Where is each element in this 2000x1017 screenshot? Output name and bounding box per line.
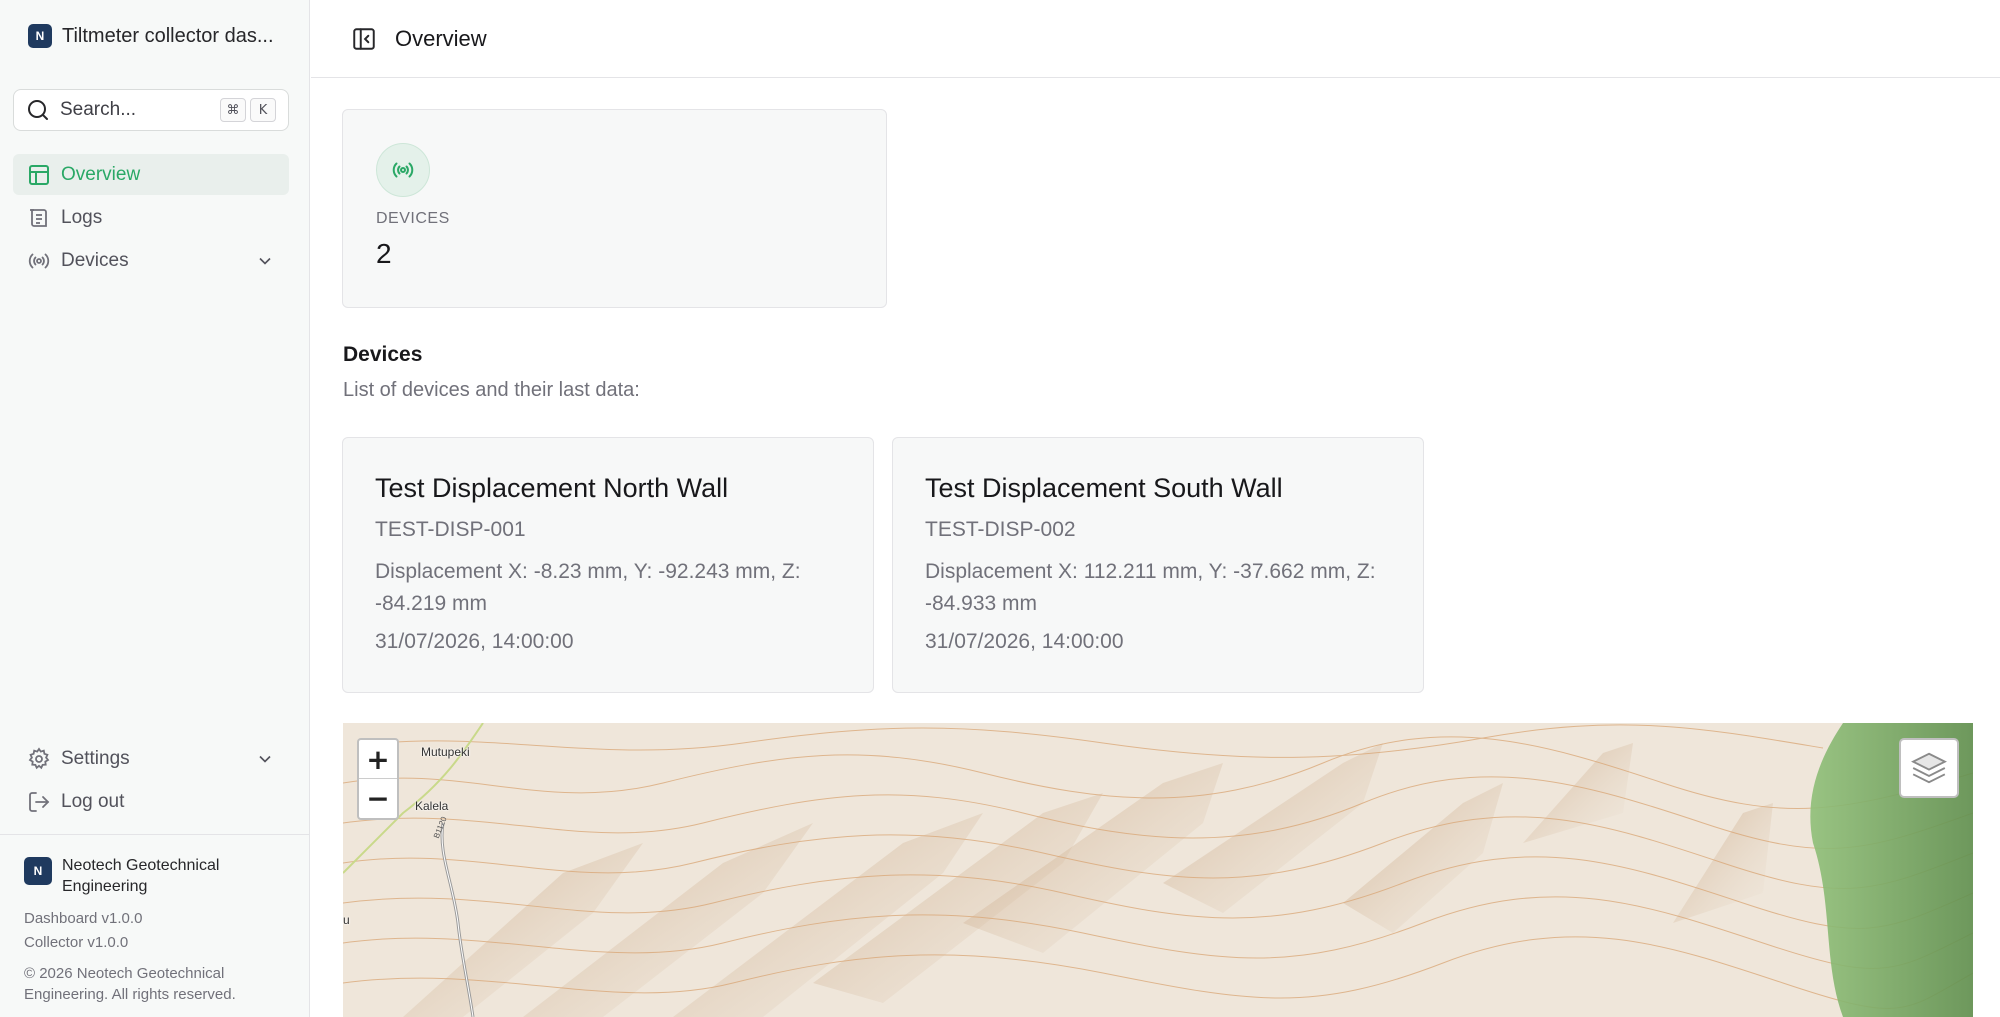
nav-label: Log out bbox=[61, 790, 125, 812]
app-logo: N bbox=[28, 24, 52, 48]
broadcast-icon bbox=[392, 162, 414, 178]
sidebar: N Tiltmeter collector das... Search... ⌘… bbox=[0, 0, 310, 1017]
zoom-control: + − bbox=[357, 738, 399, 820]
org-info: N Neotech Geotechnical Engineering bbox=[24, 855, 309, 897]
stat-label: DEVICES bbox=[376, 210, 450, 227]
layers-button[interactable] bbox=[1899, 738, 1959, 798]
device-id: TEST-DISP-002 bbox=[925, 518, 1076, 541]
search-icon bbox=[28, 100, 48, 120]
device-card[interactable]: Test Displacement North Wall TEST-DISP-0… bbox=[342, 437, 874, 693]
device-name: Test Displacement North Wall bbox=[375, 473, 729, 503]
device-card[interactable]: Test Displacement South Wall TEST-DISP-0… bbox=[892, 437, 1424, 693]
broadcast-icon bbox=[28, 253, 50, 268]
place-label: Mutupeki bbox=[421, 745, 470, 759]
nav-item-logout[interactable]: Log out bbox=[13, 781, 289, 822]
nav-label: Overview bbox=[61, 163, 141, 185]
dashboard-version: Dashboard v1.0.0 bbox=[24, 910, 143, 927]
nav-item-settings[interactable]: Settings bbox=[13, 738, 289, 779]
zoom-in-button[interactable]: + bbox=[359, 740, 397, 779]
layers-icon bbox=[1911, 752, 1947, 784]
device-id: TEST-DISP-001 bbox=[375, 518, 526, 541]
layout-icon bbox=[29, 164, 49, 185]
shortcut-key: K bbox=[250, 98, 276, 122]
stat-value: 2 bbox=[376, 238, 392, 269]
search-input[interactable]: Search... ⌘ K bbox=[13, 89, 289, 131]
nav-item-devices[interactable]: Devices bbox=[13, 240, 289, 281]
app-header[interactable]: N Tiltmeter collector das... bbox=[28, 24, 294, 48]
device-map[interactable]: Mutupeki Kalela B1120 u + − bbox=[343, 723, 1973, 1017]
place-label: u bbox=[343, 913, 350, 927]
nav-label: Logs bbox=[61, 206, 103, 228]
devices-section-title: Devices bbox=[343, 343, 423, 366]
sidebar-toggle-icon[interactable] bbox=[351, 26, 377, 52]
zoom-out-button[interactable]: − bbox=[359, 779, 397, 818]
terrain-layer bbox=[343, 723, 1973, 1017]
device-name: Test Displacement South Wall bbox=[925, 473, 1283, 503]
collector-version: Collector v1.0.0 bbox=[24, 934, 129, 951]
device-displacement: Displacement X: -8.23 mm, Y: -92.243 mm,… bbox=[375, 560, 801, 615]
secondary-nav: Settings Log out bbox=[13, 738, 289, 824]
app-title: Tiltmeter collector das... bbox=[62, 24, 274, 47]
device-displacement: Displacement X: 112.211 mm, Y: -37.662 m… bbox=[925, 560, 1376, 615]
nav-label: Settings bbox=[61, 747, 130, 769]
shortcut-mod-key: ⌘ bbox=[220, 98, 246, 122]
main-nav: Overview Logs Devices bbox=[13, 154, 289, 283]
place-label: Kalela bbox=[415, 799, 449, 813]
page-header: Overview bbox=[311, 0, 2000, 78]
org-name: Neotech Geotechnical Engineering bbox=[62, 857, 220, 895]
nav-item-overview[interactable]: Overview bbox=[13, 154, 289, 195]
chevron-down-icon bbox=[259, 755, 271, 763]
chevron-down-icon bbox=[259, 257, 271, 265]
org-logo: N bbox=[24, 857, 52, 885]
logs-icon bbox=[30, 208, 47, 227]
devices-section-subtitle: List of devices and their last data: bbox=[343, 379, 640, 401]
nav-label: Devices bbox=[61, 249, 129, 271]
gear-icon bbox=[28, 746, 50, 769]
device-timestamp: 31/07/2026, 14:00:00 bbox=[375, 630, 574, 653]
page-title: Overview bbox=[395, 25, 487, 51]
sidebar-footer: N Neotech Geotechnical Engineering Dashb… bbox=[0, 834, 309, 1005]
device-timestamp: 31/07/2026, 14:00:00 bbox=[925, 630, 1124, 653]
logout-icon bbox=[29, 791, 50, 812]
nav-item-logs[interactable]: Logs bbox=[13, 197, 289, 238]
copyright: © 2026 Neotech Geotechnical Engineering.… bbox=[24, 965, 236, 1003]
search-placeholder: Search... bbox=[60, 99, 137, 120]
devices-stat-card: DEVICES 2 bbox=[342, 109, 887, 308]
stat-icon-wrapper bbox=[376, 143, 430, 197]
